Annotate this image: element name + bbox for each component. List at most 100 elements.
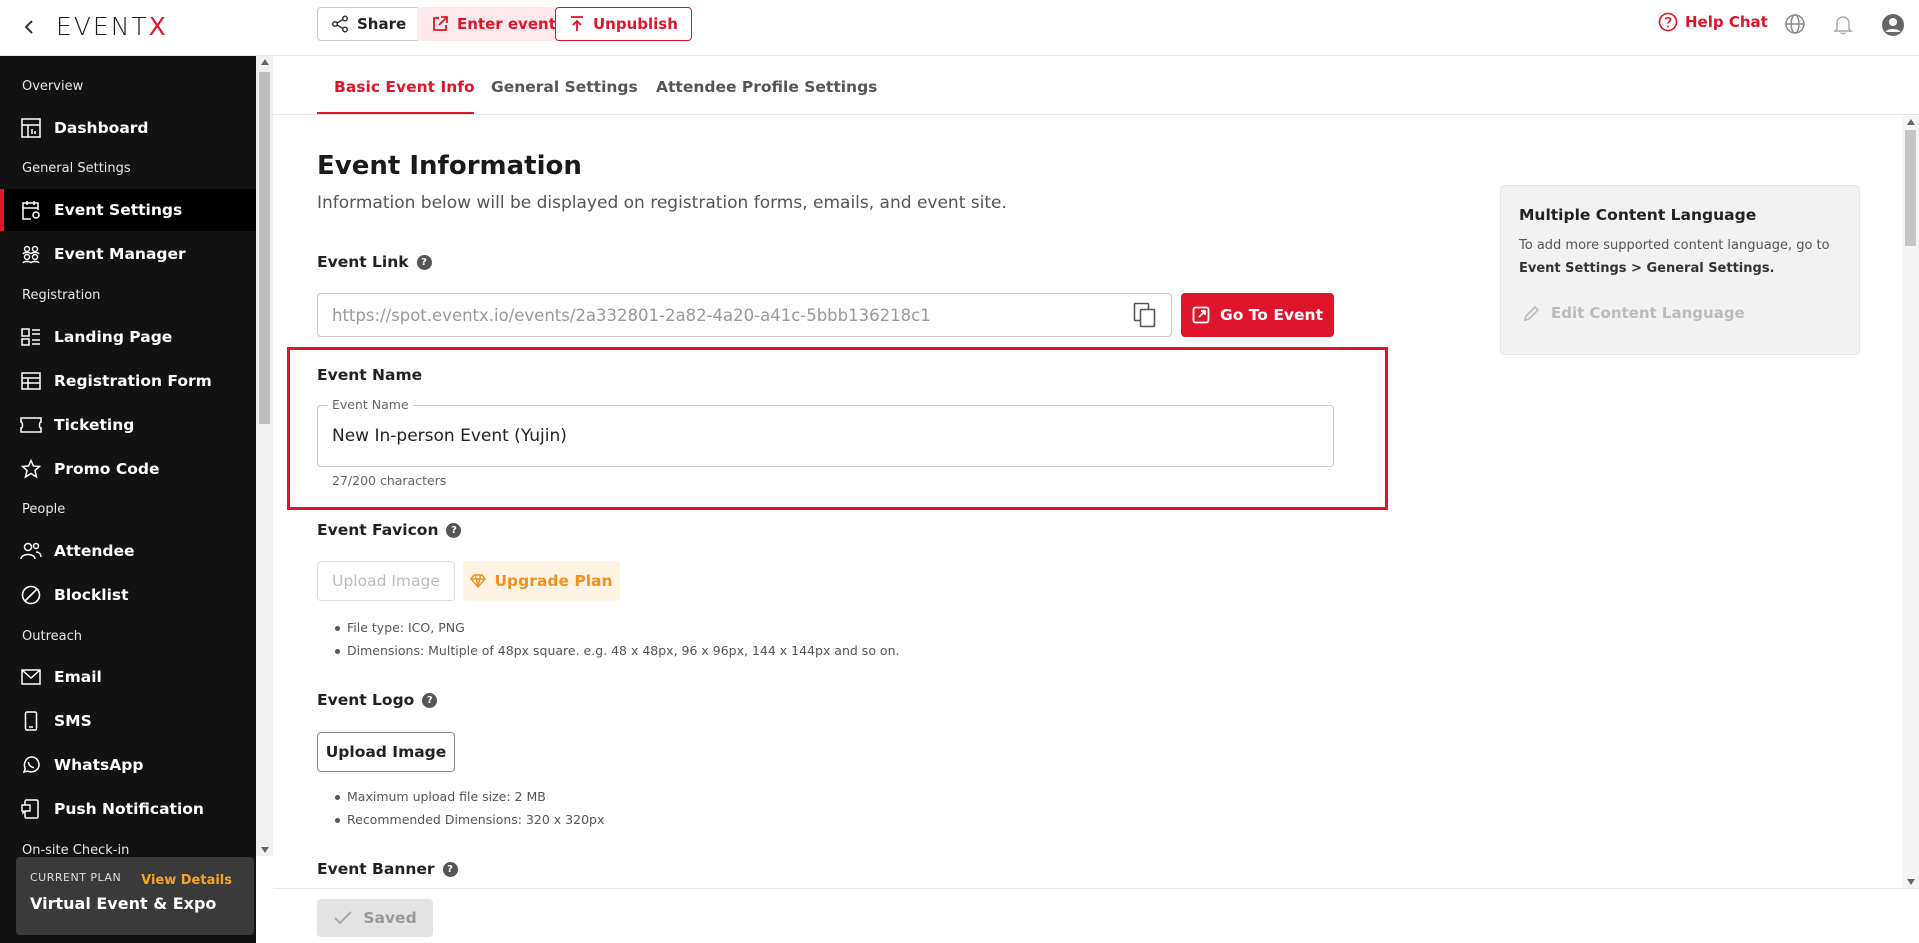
list-item: File type: ICO, PNG <box>334 620 899 643</box>
event-link-label: Event Link ? <box>317 253 432 271</box>
section-overview: Overview <box>22 79 84 94</box>
sidebar-item-label: Email <box>54 668 102 686</box>
back-chevron-icon[interactable] <box>18 14 40 40</box>
sidebar-item-promo-code[interactable]: Promo Code <box>0 448 256 490</box>
external-link-icon <box>1192 306 1210 324</box>
sidebar-item-label: Registration Form <box>54 372 212 390</box>
top-bar: EVENTX Share Enter event Unpublish Help … <box>0 0 1919 56</box>
go-to-event-button[interactable]: Go To Event <box>1181 293 1334 337</box>
help-question-icon[interactable]: ? <box>442 861 458 877</box>
list-item: Recommended Dimensions: 320 x 320px <box>334 812 604 835</box>
globe-icon[interactable] <box>1784 13 1808 37</box>
attendee-icon <box>20 540 42 562</box>
sidebar-item-registration-form[interactable]: Registration Form <box>0 360 256 402</box>
ticket-icon <box>20 414 42 436</box>
sidebar-item-label: Event Manager <box>54 245 186 263</box>
share-icon <box>331 15 349 33</box>
go-to-event-label: Go To Event <box>1220 306 1323 324</box>
event-banner-label: Event Banner ? <box>317 860 458 878</box>
section-onsite-checkin: On-site Check-in <box>22 843 130 858</box>
user-avatar-icon[interactable] <box>1881 13 1905 37</box>
unpublish-label: Unpublish <box>593 15 678 33</box>
sidebar-item-sms[interactable]: SMS <box>0 700 256 742</box>
share-button[interactable]: Share <box>317 7 421 41</box>
list-item: Maximum upload file size: 2 MB <box>334 789 604 812</box>
help-question-icon[interactable]: ? <box>422 692 438 708</box>
sidebar-item-label: Landing Page <box>54 328 173 346</box>
active-tab-indicator <box>317 112 474 114</box>
sidebar-item-ticketing[interactable]: Ticketing <box>0 404 256 446</box>
phone-icon <box>20 710 42 732</box>
help-question-icon[interactable]: ? <box>446 522 462 538</box>
tab-basic-event-info[interactable]: Basic Event Info <box>334 78 475 96</box>
list-item: Dimensions: Multiple of 48px square. e.g… <box>334 643 899 666</box>
sidebar-item-label: Ticketing <box>54 416 135 434</box>
sidebar-item-attendee[interactable]: Attendee <box>0 530 256 572</box>
logo-upload-button[interactable]: Upload Image <box>317 732 455 772</box>
event-name-label: Event Name <box>317 366 423 384</box>
sidebar-item-label: Push Notification <box>54 800 204 818</box>
content-language-card: Multiple Content Language To add more su… <box>1500 185 1860 355</box>
current-plan-card: CURRENT PLAN View Details Virtual Event … <box>16 857 254 935</box>
section-general-settings: General Settings <box>22 161 131 176</box>
sidebar-item-blocklist[interactable]: Blocklist <box>0 574 256 616</box>
people-group-icon <box>20 243 42 265</box>
event-logo-label: Event Logo ? <box>317 691 438 709</box>
help-circle-icon <box>1658 12 1678 32</box>
block-icon <box>20 584 42 606</box>
help-chat-button[interactable]: Help Chat <box>1658 12 1768 32</box>
sidebar-item-landing-page[interactable]: Landing Page <box>0 316 256 358</box>
whatsapp-icon <box>20 754 42 776</box>
tab-attendee-profile-settings[interactable]: Attendee Profile Settings <box>656 78 877 96</box>
sidebar-item-email[interactable]: Email <box>0 656 256 698</box>
plan-name: Virtual Event & Expo <box>30 894 217 913</box>
main-scrollbar[interactable] <box>1902 116 1919 888</box>
upgrade-plan-label: Upgrade Plan <box>494 572 613 590</box>
sidebar-item-label: Event Settings <box>54 201 183 219</box>
landing-page-icon <box>20 326 42 348</box>
mail-icon <box>20 666 42 688</box>
favicon-upload-button[interactable]: Upload Image <box>317 561 455 601</box>
event-name-legend: Event Name <box>328 397 413 412</box>
page-title: Event Information <box>317 151 582 181</box>
view-details-link[interactable]: View Details <box>141 873 232 888</box>
upload-arrow-icon <box>569 15 585 33</box>
share-label: Share <box>357 15 407 33</box>
enter-event-label: Enter event <box>457 15 556 33</box>
event-favicon-label: Event Favicon ? <box>317 521 462 539</box>
event-name-field[interactable]: Event Name New In-person Event (Yujin) <box>317 397 1334 467</box>
sidebar-item-label: SMS <box>54 712 92 730</box>
dashboard-icon <box>20 117 42 139</box>
star-icon <box>20 458 42 480</box>
sidebar-item-push-notification[interactable]: Push Notification <box>0 788 256 830</box>
saved-label: Saved <box>363 909 417 927</box>
card-title: Multiple Content Language <box>1519 206 1757 224</box>
enter-event-button[interactable]: Enter event <box>417 7 570 41</box>
external-link-icon <box>431 15 449 33</box>
sidebar-item-label: WhatsApp <box>54 756 144 774</box>
tab-general-settings[interactable]: General Settings <box>491 78 638 96</box>
sidebar-item-whatsapp[interactable]: WhatsApp <box>0 744 256 786</box>
event-link-field[interactable]: https://spot.eventx.io/events/2a332801-2… <box>317 293 1172 337</box>
help-question-icon[interactable]: ? <box>416 254 432 270</box>
logo-notes: Maximum upload file size: 2 MB Recommend… <box>334 789 604 835</box>
bell-icon[interactable] <box>1832 13 1856 37</box>
sidebar-item-dashboard[interactable]: Dashboard <box>0 107 256 149</box>
saved-button[interactable]: Saved <box>317 899 433 937</box>
pencil-icon <box>1523 304 1541 322</box>
edit-content-language-button[interactable]: Edit Content Language <box>1523 304 1745 322</box>
sidebar-scrollbar[interactable] <box>256 56 273 856</box>
sidebar-item-event-settings[interactable]: Event Settings <box>0 189 256 231</box>
section-registration: Registration <box>22 288 101 303</box>
upgrade-plan-button[interactable]: Upgrade Plan <box>463 561 620 601</box>
sidebar: Overview Dashboard General Settings Even… <box>0 56 256 943</box>
card-description: To add more supported content language, … <box>1519 238 1830 276</box>
copy-icon[interactable] <box>1133 302 1159 328</box>
sidebar-item-event-manager[interactable]: Event Manager <box>0 233 256 275</box>
sidebar-item-label: Dashboard <box>54 119 149 137</box>
edit-content-language-label: Edit Content Language <box>1551 304 1745 322</box>
footer-bar <box>273 888 1919 943</box>
unpublish-button[interactable]: Unpublish <box>555 7 692 41</box>
eventx-logo[interactable]: EVENTX <box>56 12 168 41</box>
page-subtitle: Information below will be displayed on r… <box>317 193 1007 213</box>
